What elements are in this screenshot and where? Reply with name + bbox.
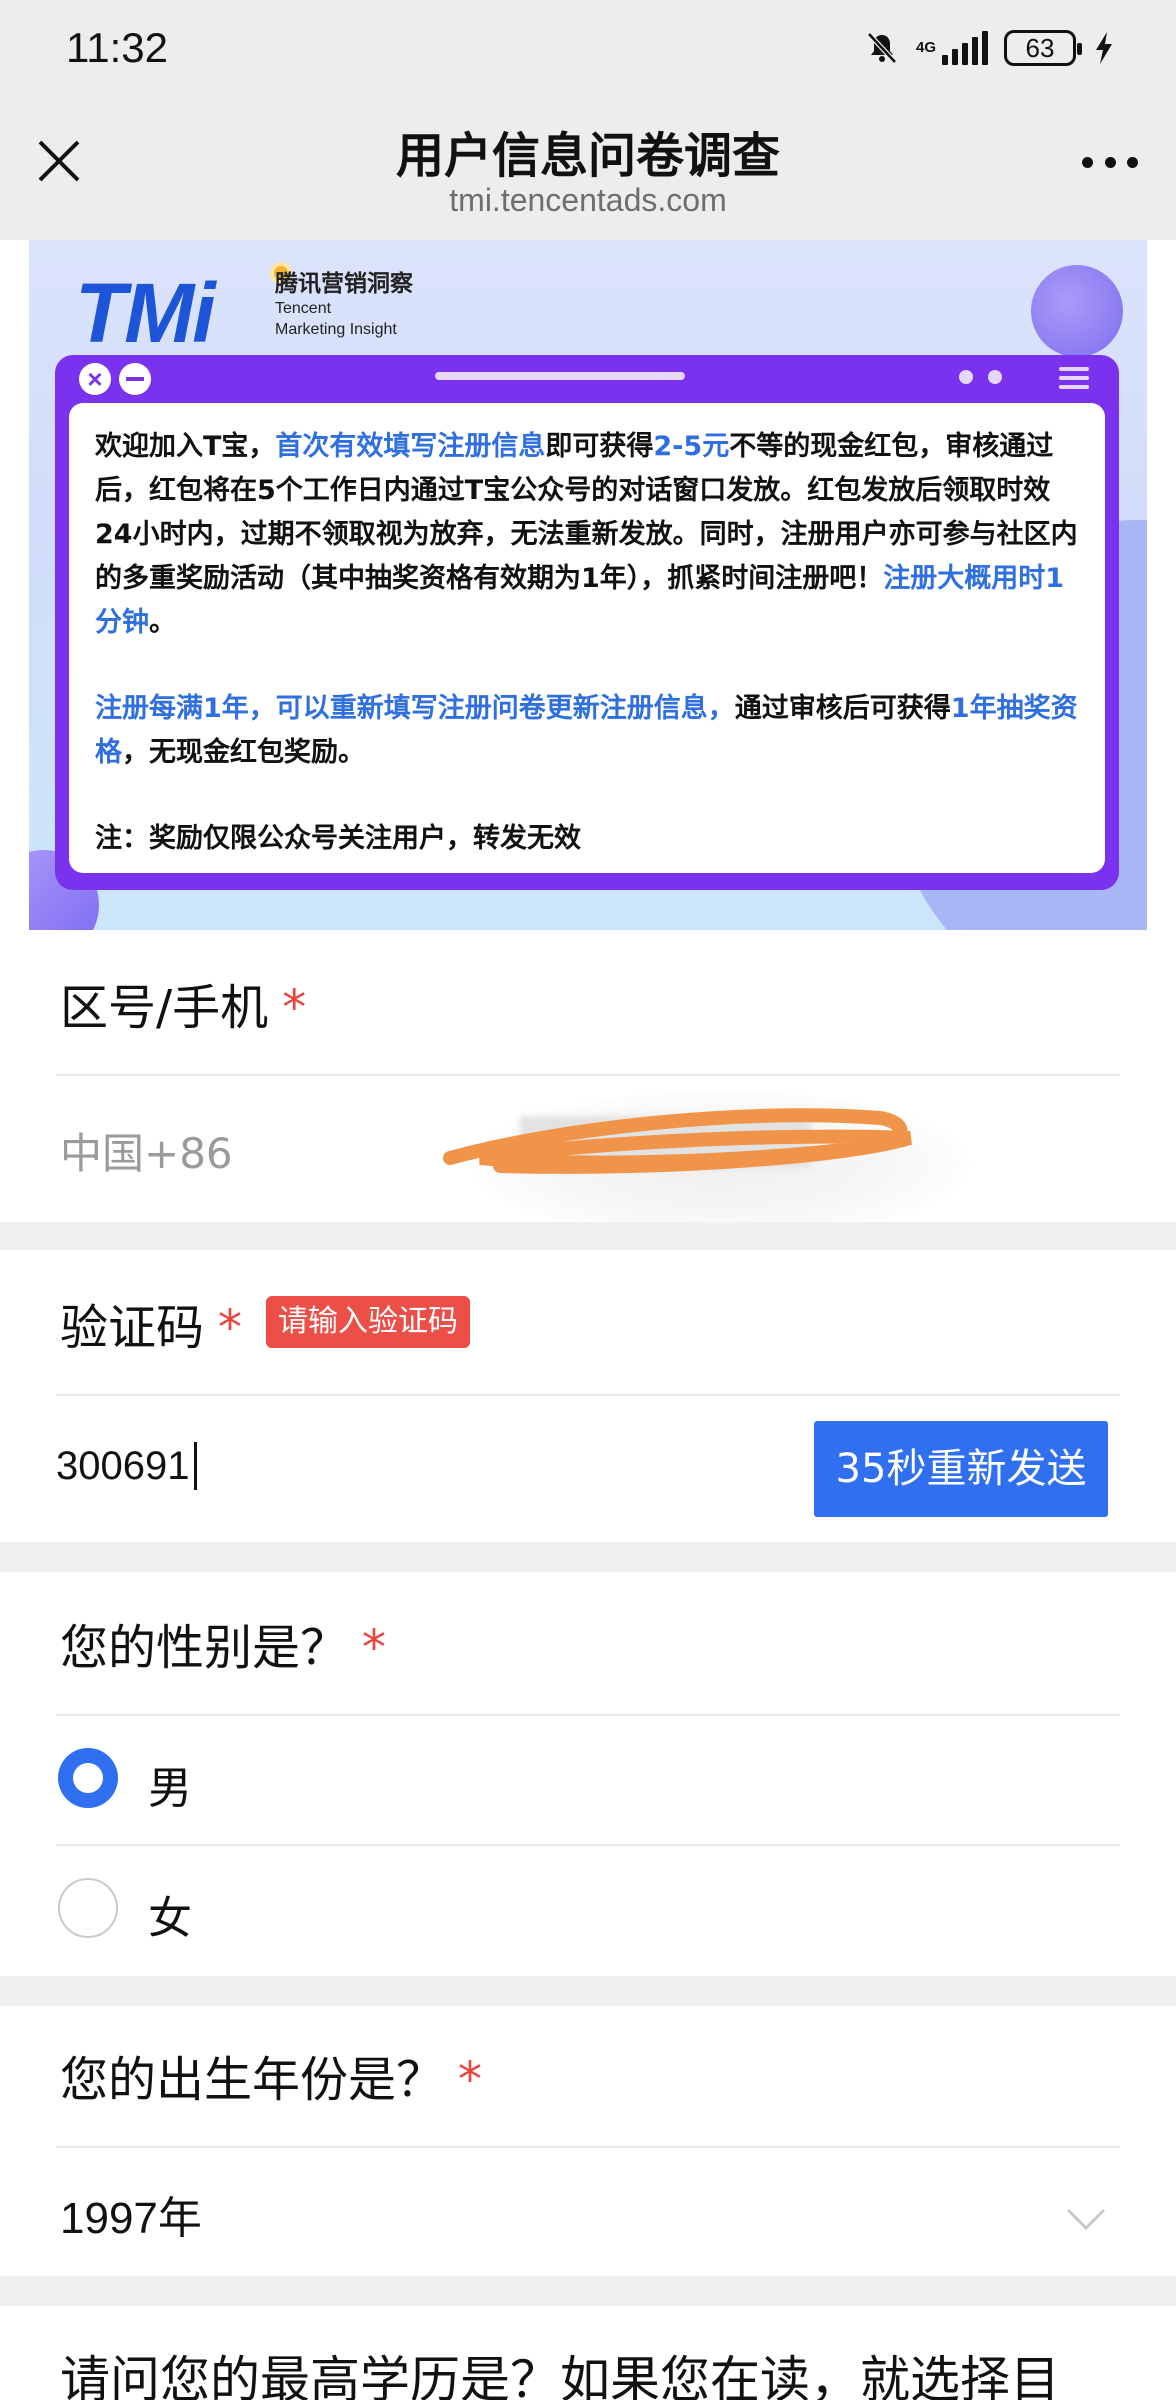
education-label: 请问您的最高学历是？如果您在读，就选择目 xyxy=(60,2351,1060,2400)
page-title: 用户信息问卷调查 xyxy=(395,128,780,184)
chevron-down-icon[interactable] xyxy=(1064,2196,1108,2240)
phone-label: 区号/手机 * xyxy=(60,980,307,1036)
intro-paragraph: 欢迎加入T宝，首次有效填写注册信息即可获得2-5元不等的现金红包，审核通过后，红… xyxy=(95,431,1078,638)
window-title-bar xyxy=(435,372,685,380)
status-icons: 4G 63 xyxy=(864,28,1116,68)
radio-selected-icon[interactable] xyxy=(58,1748,118,1808)
gender-option-male[interactable]: 男 xyxy=(56,1716,1120,1844)
divider xyxy=(56,1394,1120,1396)
divider xyxy=(56,2146,1120,2148)
required-mark: * xyxy=(282,980,307,1036)
required-mark: * xyxy=(362,1620,387,1676)
section-gap xyxy=(0,1542,1176,1572)
intro-banner: TMi 腾讯营销洞察 Tencent Marketing Insight × 欢… xyxy=(29,240,1147,930)
info-text-body: 欢迎加入T宝，首次有效填写注册信息即可获得2-5元不等的现金红包，审核通过后，红… xyxy=(69,403,1105,873)
note-text: 注：奖励仅限公众号关注用户，转发无效 xyxy=(95,823,581,854)
logo-en-line1: Tencent xyxy=(275,300,332,317)
status-time: 11:32 xyxy=(66,24,168,71)
logo-en-line2: Marketing Insight xyxy=(275,321,397,338)
charging-icon xyxy=(1096,32,1112,64)
renewal-paragraph: 注册每满1年，可以重新填写注册问卷更新注册信息，通过审核后可获得1年抽奖资格，无… xyxy=(95,693,1078,768)
text-caret xyxy=(194,1442,197,1490)
window-dot-icon xyxy=(988,370,1002,384)
more-icon[interactable] xyxy=(1082,152,1138,172)
title-bar: 用户信息问卷调查 tmi.tencentads.com xyxy=(0,96,1176,240)
code-input[interactable] xyxy=(56,1436,756,1496)
logo-text: 腾讯营销洞察 Tencent Marketing Insight xyxy=(275,264,465,340)
signal-icon xyxy=(942,31,988,65)
window-menu-icon xyxy=(1059,367,1089,389)
page-domain: tmi.tencentads.com xyxy=(449,182,727,218)
code-label: 验证码 * xyxy=(60,1300,243,1356)
divider xyxy=(56,1074,1120,1076)
phone-redaction-scribble xyxy=(443,1108,912,1174)
status-bar: 11:32 4G 63 xyxy=(0,0,1176,96)
code-error-badge: 请输入验证码 xyxy=(266,1296,470,1348)
gender-option-label: 男 xyxy=(148,1763,192,1814)
required-mark: * xyxy=(218,1300,243,1356)
radio-unselected-icon[interactable] xyxy=(58,1878,118,1938)
window-dot-icon xyxy=(959,370,973,384)
info-window: × 欢迎加入T宝，首次有效填写注册信息即可获得2-5元不等的现金红包，审核通过后… xyxy=(55,355,1119,890)
phone-country-code[interactable]: 中国+86 xyxy=(60,1120,233,1181)
logo-cn: 腾讯营销洞察 xyxy=(275,271,413,297)
banner-decoration-circle xyxy=(1031,265,1123,357)
birth-year-select[interactable]: 1997年 xyxy=(60,2182,202,2246)
resend-code-button[interactable]: 35秒重新发送 xyxy=(814,1421,1108,1517)
network-label: 4G xyxy=(915,39,936,56)
section-gap xyxy=(0,1222,1176,1250)
bell-muted-icon xyxy=(867,32,897,64)
required-mark: * xyxy=(458,2052,483,2108)
gender-option-label: 女 xyxy=(148,1893,192,1944)
gender-label: 您的性别是？ * xyxy=(60,1620,387,1676)
window-close-icon: × xyxy=(79,363,111,395)
battery-level: 63 xyxy=(1025,32,1055,63)
section-gap xyxy=(0,1976,1176,2006)
logo-mark: TMi xyxy=(75,266,216,360)
tmi-logo: TMi xyxy=(75,262,292,360)
birth-year-label: 您的出生年份是？ * xyxy=(60,2052,483,2108)
window-minimize-icon xyxy=(119,363,151,395)
battery-icon: 63 xyxy=(1004,30,1082,66)
gender-option-female[interactable]: 女 xyxy=(56,1846,1120,1974)
section-gap xyxy=(0,2276,1176,2306)
